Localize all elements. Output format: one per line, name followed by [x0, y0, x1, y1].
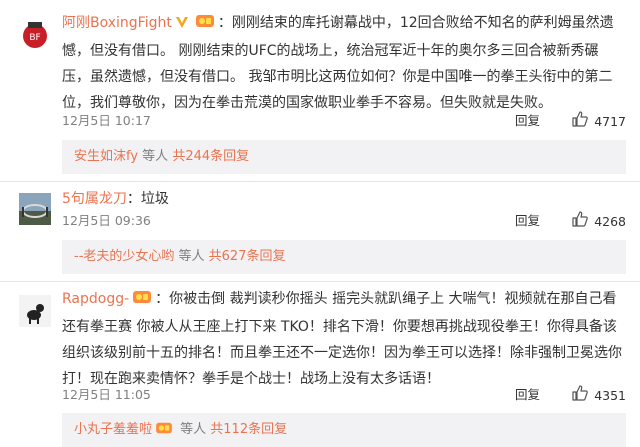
- vip-badge-icon: [155, 415, 173, 447]
- comment-author-link[interactable]: Rapdogg-: [62, 291, 129, 307]
- comment-timestamp: 12月5日 09:36: [62, 213, 151, 228]
- comment-text: 阿刚BoxingFight ：刚刚结束的库托谢幕战中，12回合败给不知名的萨利姆虽…: [62, 10, 626, 116]
- sub-reply-user-link[interactable]: --老夫的少女心哟: [74, 249, 174, 264]
- comment-author-link[interactable]: 阿刚BoxingFight: [62, 15, 172, 31]
- sub-reply-user-link[interactable]: 安生如沫fy: [74, 149, 138, 164]
- like-button[interactable]: 4351: [572, 385, 626, 407]
- sub-reply-text: 等人: [174, 249, 209, 264]
- thumbs-up-icon: [572, 111, 588, 133]
- like-count: 4351: [594, 388, 626, 403]
- reply-button[interactable]: 回复: [515, 385, 540, 405]
- comment-author-link[interactable]: 5句属龙刀: [62, 191, 127, 207]
- divider: [0, 281, 640, 282]
- sub-replies-bar: --老夫的少女心哟 等人 共627条回复: [62, 240, 626, 274]
- vip-badge-icon: [132, 288, 152, 314]
- avatar[interactable]: BF: [19, 18, 51, 50]
- sub-reply-count-link[interactable]: 共627条回复: [209, 249, 286, 264]
- reply-button[interactable]: 回复: [515, 211, 540, 231]
- reply-button[interactable]: 回复: [515, 111, 540, 131]
- like-button[interactable]: 4268: [572, 211, 626, 233]
- divider: [0, 181, 640, 182]
- avatar[interactable]: [19, 295, 51, 327]
- sub-reply-user-link[interactable]: 小丸子羞羞啦: [74, 422, 152, 437]
- thumbs-up-icon: [572, 385, 588, 407]
- like-count: 4717: [594, 114, 626, 129]
- sub-reply-count-link[interactable]: 共244条回复: [172, 149, 249, 164]
- sub-reply-text: 等人: [176, 422, 211, 437]
- comment-feed: BF 阿刚BoxingFight ：刚刚结束的库托谢幕战中，12回合败给不知名的萨…: [0, 0, 640, 447]
- like-button[interactable]: 4717: [572, 111, 626, 133]
- sub-reply-text: 等人: [138, 149, 173, 164]
- comment-timestamp: 12月5日 11:05: [62, 387, 151, 402]
- comment-body: ：垃圾: [126, 191, 169, 207]
- gold-v-icon: [175, 12, 189, 38]
- sub-replies-bar: 小丸子羞羞啦 等人 共112条回复: [62, 413, 626, 447]
- vip-badge-icon: [195, 12, 215, 38]
- sub-replies-bar: 安生如沫fy 等人 共244条回复: [62, 140, 626, 174]
- sub-reply-count-link[interactable]: 共112条回复: [210, 422, 287, 437]
- avatar[interactable]: [19, 193, 51, 225]
- thumbs-up-icon: [572, 211, 588, 233]
- comment-timestamp: 12月5日 10:17: [62, 113, 151, 128]
- comment-text: Rapdogg- ：你被击倒 裁判读秒你摇头 摇完头就趴绳子上 大喘气！视频就在那…: [62, 286, 626, 392]
- comment-text: 5句属龙刀：垃圾: [62, 186, 626, 212]
- svg-text:BF: BF: [29, 33, 40, 43]
- like-count: 4268: [594, 214, 626, 229]
